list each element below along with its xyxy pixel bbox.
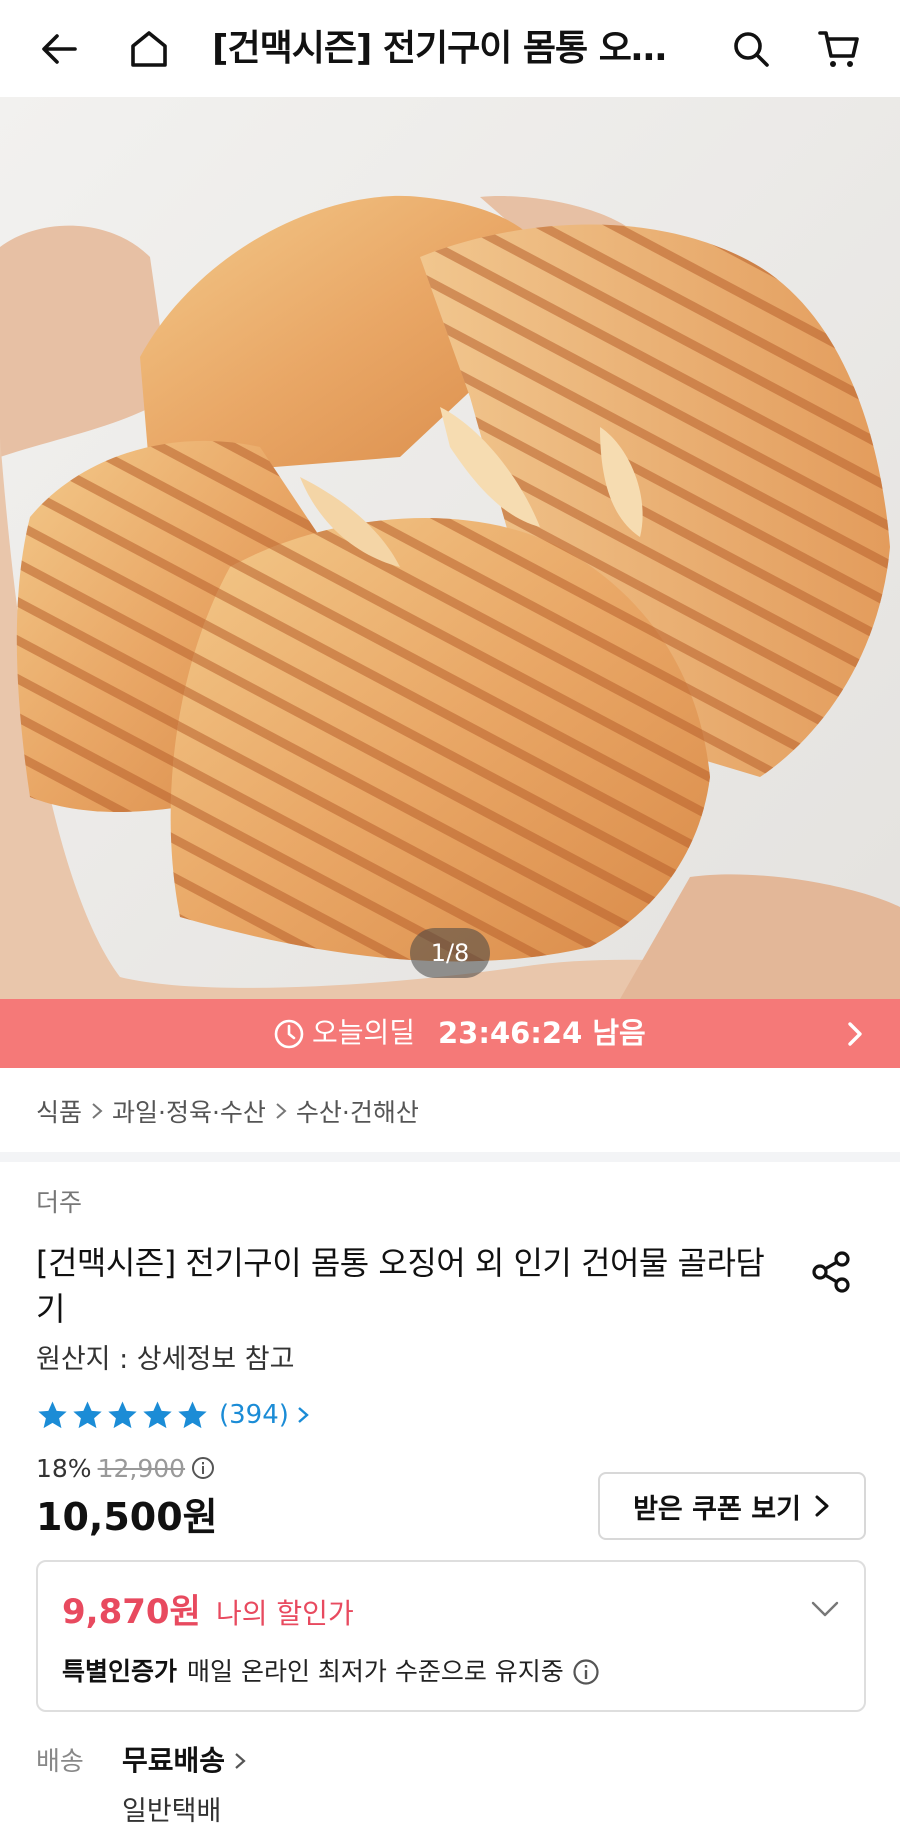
cart-button[interactable] [812, 22, 866, 76]
discount-rate: 18% [36, 1453, 92, 1483]
cart-icon [818, 31, 859, 67]
review-count[interactable]: (394) [219, 1400, 289, 1430]
chevron-right-icon [815, 1495, 829, 1517]
page-title: [건맥시즌] 전기구이 몸통 오징어 외 인기 건어물 골라담기 [212, 28, 682, 69]
product-image [0, 97, 900, 999]
chevron-down-icon[interactable] [810, 1598, 840, 1622]
breadcrumb-item-seafood-dried[interactable]: 수산·건해산 [296, 1093, 419, 1129]
rating-summary[interactable]: (394) [36, 1395, 311, 1435]
chevron-right-icon [848, 1022, 862, 1046]
breadcrumb-item-fruit-meat-seafood[interactable]: 과일·정육·수산 [112, 1093, 266, 1129]
brand-name[interactable]: 더주 [36, 1185, 82, 1221]
star-icon [38, 1400, 67, 1428]
shipping-type: 일반택배 [122, 1796, 222, 1827]
home-button[interactable] [122, 22, 176, 76]
breadcrumb-item-food[interactable]: 식품 [36, 1093, 82, 1129]
origin-info: 원산지 : 상세정보 참고 [36, 1344, 295, 1375]
shipping-option[interactable]: 무료배송 [122, 1740, 247, 1782]
star-icon [108, 1400, 137, 1428]
search-button[interactable] [724, 22, 778, 76]
section-divider [0, 1152, 900, 1162]
certified-price-label: 특별인증가 [62, 1657, 178, 1686]
deal-countdown: 23:46:24 남음 [438, 1016, 646, 1050]
discount-row: 18% 12,900 [36, 1448, 215, 1488]
home-icon [131, 31, 167, 67]
breadcrumb: 식품 과일·정육·수산 수산·건해산 [36, 1088, 419, 1134]
star-icon [178, 1400, 207, 1428]
sale-price: 10,500원 [36, 1495, 218, 1539]
chevron-right-icon [298, 1407, 309, 1423]
product-title: [건맥시즌] 전기구이 몸통 오징어 외 인기 건어물 골라담기 [36, 1244, 765, 1328]
info-icon[interactable] [191, 1456, 215, 1480]
view-coupons-button[interactable]: 받은 쿠폰 보기 [598, 1472, 866, 1540]
clock-icon [274, 1019, 304, 1049]
top-bar: [건맥시즌] 전기구이 몸통 오징어 외 인기 건어물 골라담기 [0, 0, 900, 97]
my-price-card[interactable]: 9,870원 나의 할인가 특별인증가 매일 온라인 최저가 수준으로 유지중 [36, 1560, 866, 1712]
certified-price-text: 매일 온라인 최저가 수준으로 유지중 [187, 1657, 564, 1686]
today-deal-banner[interactable]: 오늘의딜 23:46:24 남음 [0, 999, 900, 1068]
original-price: 12,900 [97, 1453, 186, 1483]
search-icon [734, 32, 769, 67]
star-icon [73, 1400, 102, 1428]
back-button[interactable] [32, 22, 86, 76]
shipping-label: 배송 [36, 1747, 84, 1777]
arrow-left-icon [42, 34, 77, 64]
info-icon[interactable] [572, 1658, 600, 1686]
share-icon[interactable] [808, 1248, 856, 1296]
star-icon [143, 1400, 172, 1428]
gallery-pager: 1/8 [410, 928, 490, 978]
chevron-right-icon [235, 1753, 246, 1769]
product-image-gallery[interactable] [0, 97, 900, 999]
deal-label: 오늘의딜 [312, 1016, 416, 1049]
chevron-right-icon [92, 1103, 103, 1119]
coupon-button-label: 받은 쿠폰 보기 [633, 1493, 801, 1525]
certified-price-row: 특별인증가 매일 온라인 최저가 수준으로 유지중 [62, 1652, 600, 1692]
shipping-value: 무료배송 [122, 1744, 226, 1777]
my-discount-label: 나의 할인가 [216, 1597, 354, 1630]
chevron-right-icon [276, 1103, 287, 1119]
my-discount-price: 9,870원 [62, 1592, 201, 1632]
